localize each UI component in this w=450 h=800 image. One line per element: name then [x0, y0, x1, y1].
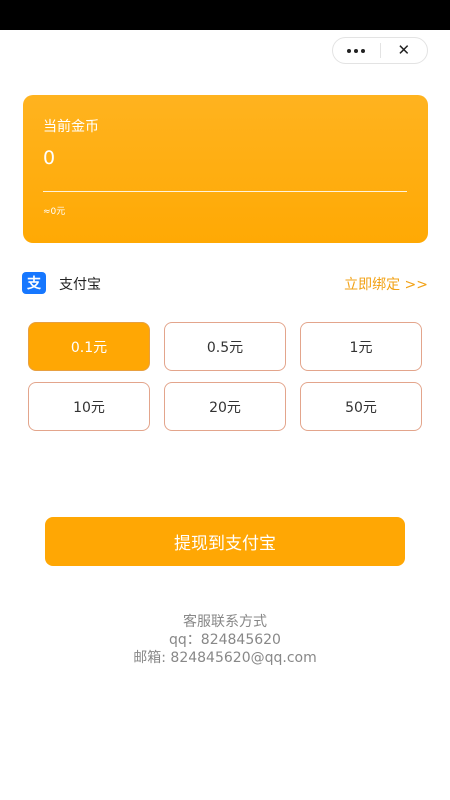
- contact-email: 邮箱: 824845620@qq.com: [133, 650, 317, 666]
- amount-option-0.5[interactable]: 0.5元: [164, 322, 286, 371]
- coin-value: 0: [43, 147, 56, 169]
- bind-now-link[interactable]: 立即绑定 >>: [344, 274, 428, 294]
- amount-option-20[interactable]: 20元: [164, 382, 286, 431]
- customer-service-info: 客服联系方式 qq：824845620 邮箱: 824845620@qq.com: [0, 613, 450, 667]
- contact-qq: qq：824845620: [169, 632, 281, 648]
- coin-divider: [43, 191, 407, 192]
- payment-method-name: 支付宝: [59, 277, 101, 293]
- amount-option-10[interactable]: 10元: [28, 382, 150, 431]
- status-bar: [0, 0, 450, 30]
- withdraw-to-alipay-button[interactable]: 提现到支付宝: [45, 517, 405, 566]
- amount-option-50[interactable]: 50元: [300, 382, 422, 431]
- close-button[interactable]: ✕: [381, 38, 428, 63]
- payment-method-row: 支 支付宝 立即绑定 >>: [22, 271, 428, 295]
- amount-options: 0.1元 0.5元 1元 10元 20元 50元: [28, 322, 422, 431]
- alipay-icon: 支: [22, 272, 46, 294]
- coin-balance-card: 当前金币 0 ≈0元: [23, 95, 428, 243]
- more-icon: [347, 48, 366, 53]
- contact-title: 客服联系方式: [183, 614, 267, 630]
- more-button[interactable]: [333, 38, 380, 63]
- close-icon: ✕: [397, 41, 411, 59]
- amount-option-1[interactable]: 1元: [300, 322, 422, 371]
- amount-option-0.1[interactable]: 0.1元: [28, 322, 150, 371]
- mini-program-capsule: ✕: [332, 37, 428, 64]
- coin-approx-value: ≈0元: [43, 207, 66, 217]
- coin-label: 当前金币: [43, 119, 99, 135]
